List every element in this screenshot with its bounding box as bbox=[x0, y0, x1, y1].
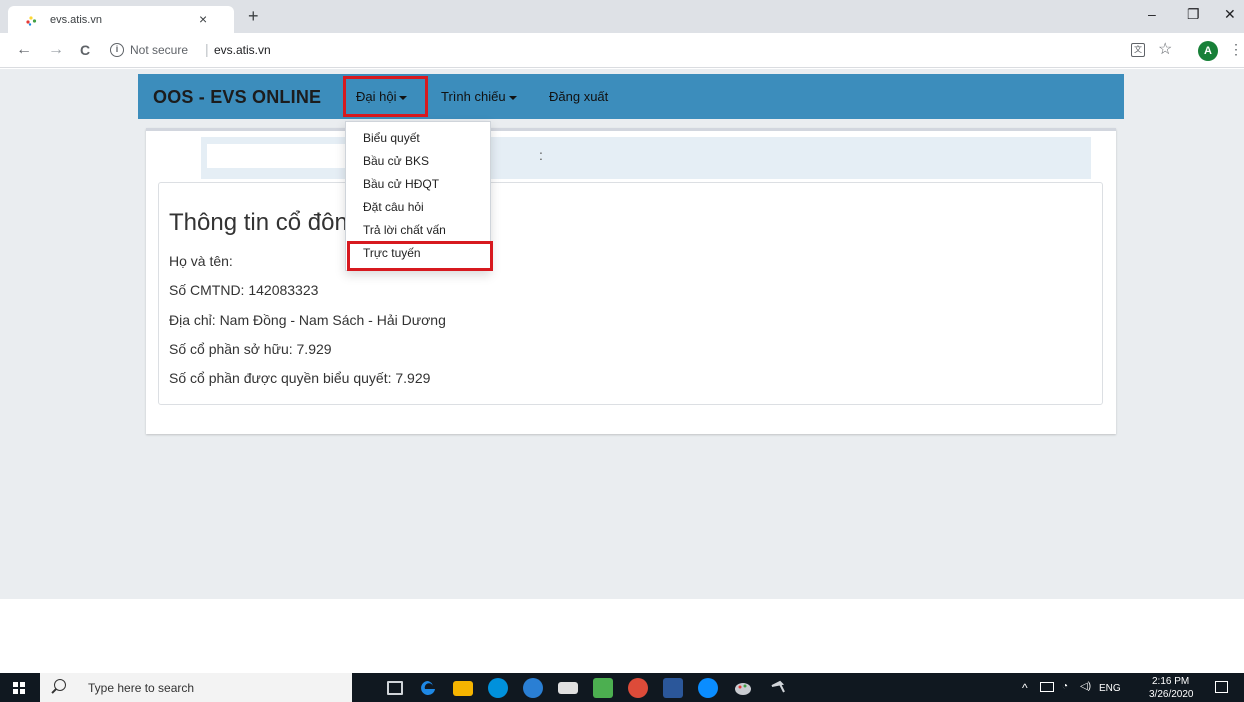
windows-taskbar: Type here to search ^ ◔ ◁) ENG 2:16 PM 3… bbox=[0, 673, 1244, 702]
browser-toolbar: ← → C i Not secure | evs.atis.vn 文 ☆ A ⋮ bbox=[0, 33, 1244, 68]
star-icon[interactable]: ☆ bbox=[1158, 39, 1172, 59]
dropdown-item-bau-cu-bks[interactable]: Bầu cử BKS bbox=[363, 154, 429, 168]
tab-title: evs.atis.vn bbox=[50, 14, 102, 26]
panel-header-mark: : bbox=[539, 147, 543, 163]
skype-icon[interactable] bbox=[488, 678, 508, 698]
address-bar[interactable]: i Not secure | evs.atis.vn bbox=[108, 38, 1118, 63]
file-explorer-icon[interactable] bbox=[453, 681, 473, 696]
info-icon[interactable]: i bbox=[110, 43, 124, 57]
paint-icon[interactable] bbox=[733, 678, 753, 698]
dropdown-item-bieu-quyet[interactable]: Biểu quyết bbox=[363, 131, 420, 145]
new-tab-button[interactable]: + bbox=[248, 6, 259, 27]
dropdown-item-dat-cau-hoi[interactable]: Đặt câu hỏi bbox=[363, 200, 424, 214]
windows-start-icon[interactable] bbox=[13, 682, 25, 694]
translate-icon[interactable]: 文 bbox=[1131, 43, 1145, 57]
zalo-icon[interactable] bbox=[698, 678, 718, 698]
highlight-box-truc-tuyen bbox=[347, 241, 493, 271]
info-address: Địa chỉ: Nam Đồng - Nam Sách - Hải Dương bbox=[169, 312, 446, 328]
url-text[interactable]: evs.atis.vn bbox=[214, 43, 271, 57]
task-view-icon[interactable] bbox=[387, 681, 403, 695]
tool-icon[interactable] bbox=[768, 678, 788, 698]
battery-icon[interactable] bbox=[1040, 682, 1054, 692]
browser-tab[interactable]: evs.atis.vn × bbox=[8, 6, 234, 33]
reload-button[interactable]: C bbox=[80, 42, 90, 58]
volume-icon[interactable]: ◁) bbox=[1080, 681, 1091, 692]
brand-logo[interactable]: OOS - EVS ONLINE bbox=[153, 87, 321, 108]
screen: evs.atis.vn × + – ❐ ✕ ← → C i Not secure… bbox=[0, 0, 1244, 702]
dai-hoi-dropdown-menu: Biểu quyết Bầu cử BKS Bầu cử HĐQT Đặt câ… bbox=[345, 121, 493, 271]
info-id-number: Số CMTND: 142083323 bbox=[169, 282, 319, 298]
language-indicator[interactable]: ENG bbox=[1099, 683, 1121, 694]
info-voting-shares: Số cổ phần được quyền biểu quyết: 7.929 bbox=[169, 370, 431, 386]
dropdown-item-tra-loi-chat-van[interactable]: Trả lời chất vấn bbox=[363, 223, 446, 237]
nav-trinh-chieu-label: Trình chiếu bbox=[441, 89, 506, 104]
tab-close-icon[interactable]: × bbox=[199, 11, 207, 27]
minimize-button[interactable]: – bbox=[1148, 6, 1156, 22]
browser-tab-strip: evs.atis.vn × + – ❐ ✕ bbox=[0, 0, 1244, 33]
security-label: Not secure bbox=[130, 43, 189, 57]
nav-dang-xuat[interactable]: Đăng xuất bbox=[549, 89, 608, 104]
taskbar-search-placeholder: Type here to search bbox=[88, 681, 195, 695]
restore-button[interactable]: ❐ bbox=[1187, 6, 1200, 23]
taskbar-search-box[interactable]: Type here to search bbox=[40, 673, 352, 702]
dropdown-item-bau-cu-hdqt[interactable]: Bầu cử HĐQT bbox=[363, 177, 439, 191]
close-window-button[interactable]: ✕ bbox=[1224, 6, 1236, 23]
info-shares: Số cổ phần sở hữu: 7.929 bbox=[169, 341, 332, 357]
tray-expand-icon[interactable]: ^ bbox=[1022, 681, 1028, 695]
clock-time[interactable]: 2:16 PM bbox=[1152, 676, 1189, 687]
notification-icon[interactable] bbox=[1215, 681, 1228, 693]
shareholder-info-card: Thông tin cổ đông Họ và tên: Số CMTND: 1… bbox=[158, 182, 1103, 405]
app-icon[interactable] bbox=[523, 678, 543, 698]
top-navbar: OOS - EVS ONLINE Đại hội Trình chiếu Đăn… bbox=[138, 74, 1124, 119]
caret-down-icon bbox=[508, 95, 517, 100]
info-name: Họ và tên: bbox=[169, 253, 233, 269]
tablet-icon[interactable] bbox=[558, 682, 578, 694]
nav-trinh-chieu[interactable]: Trình chiếu bbox=[441, 89, 517, 104]
wifi-icon[interactable]: ◔ bbox=[1062, 681, 1068, 692]
clock-date[interactable]: 3/26/2020 bbox=[1149, 689, 1194, 700]
word-icon[interactable] bbox=[663, 678, 683, 698]
profile-avatar[interactable]: A bbox=[1198, 41, 1218, 61]
site-favicon-icon bbox=[26, 16, 37, 26]
highlight-box-dai-hoi bbox=[343, 76, 428, 117]
menu-dots-icon[interactable]: ⋮ bbox=[1229, 41, 1243, 58]
info-title: Thông tin cổ đông bbox=[169, 209, 362, 236]
forward-button[interactable]: → bbox=[48, 41, 64, 59]
url-separator: | bbox=[205, 41, 209, 57]
edge-icon[interactable] bbox=[418, 678, 438, 698]
page-viewport: OOS - EVS ONLINE Đại hội Trình chiếu Đăn… bbox=[0, 69, 1244, 673]
chrome-icon[interactable] bbox=[628, 678, 648, 698]
back-button[interactable]: ← bbox=[16, 41, 32, 59]
panel-header-strip: : bbox=[201, 137, 1091, 179]
search-icon-handle bbox=[51, 688, 57, 694]
snip-icon[interactable] bbox=[593, 678, 613, 698]
